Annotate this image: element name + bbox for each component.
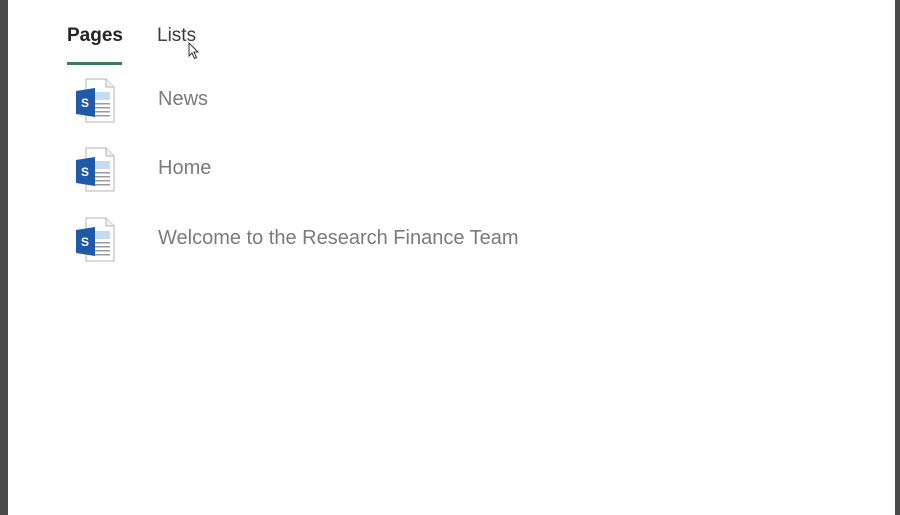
svg-text:S: S xyxy=(81,96,89,110)
app-panel: Pages Lists S News S Home S Welcome to t… xyxy=(8,0,895,515)
sharepoint-page-icon: S xyxy=(76,217,115,262)
page-title[interactable]: News xyxy=(158,85,208,113)
svg-text:S: S xyxy=(81,235,89,249)
sharepoint-page-icon: S xyxy=(76,147,115,192)
page-title[interactable]: Home xyxy=(158,154,211,182)
list-item[interactable]: S Welcome to the Research Finance Team xyxy=(8,209,895,269)
svg-text:S: S xyxy=(81,165,89,179)
list-item[interactable]: S Home xyxy=(8,139,895,199)
tab-pages[interactable]: Pages xyxy=(67,22,123,50)
mouse-pointer-icon xyxy=(188,42,200,60)
sharepoint-page-icon: S xyxy=(76,78,115,123)
list-item[interactable]: S News xyxy=(8,70,895,130)
page-title[interactable]: Welcome to the Research Finance Team xyxy=(158,224,519,252)
active-tab-indicator xyxy=(67,62,122,65)
